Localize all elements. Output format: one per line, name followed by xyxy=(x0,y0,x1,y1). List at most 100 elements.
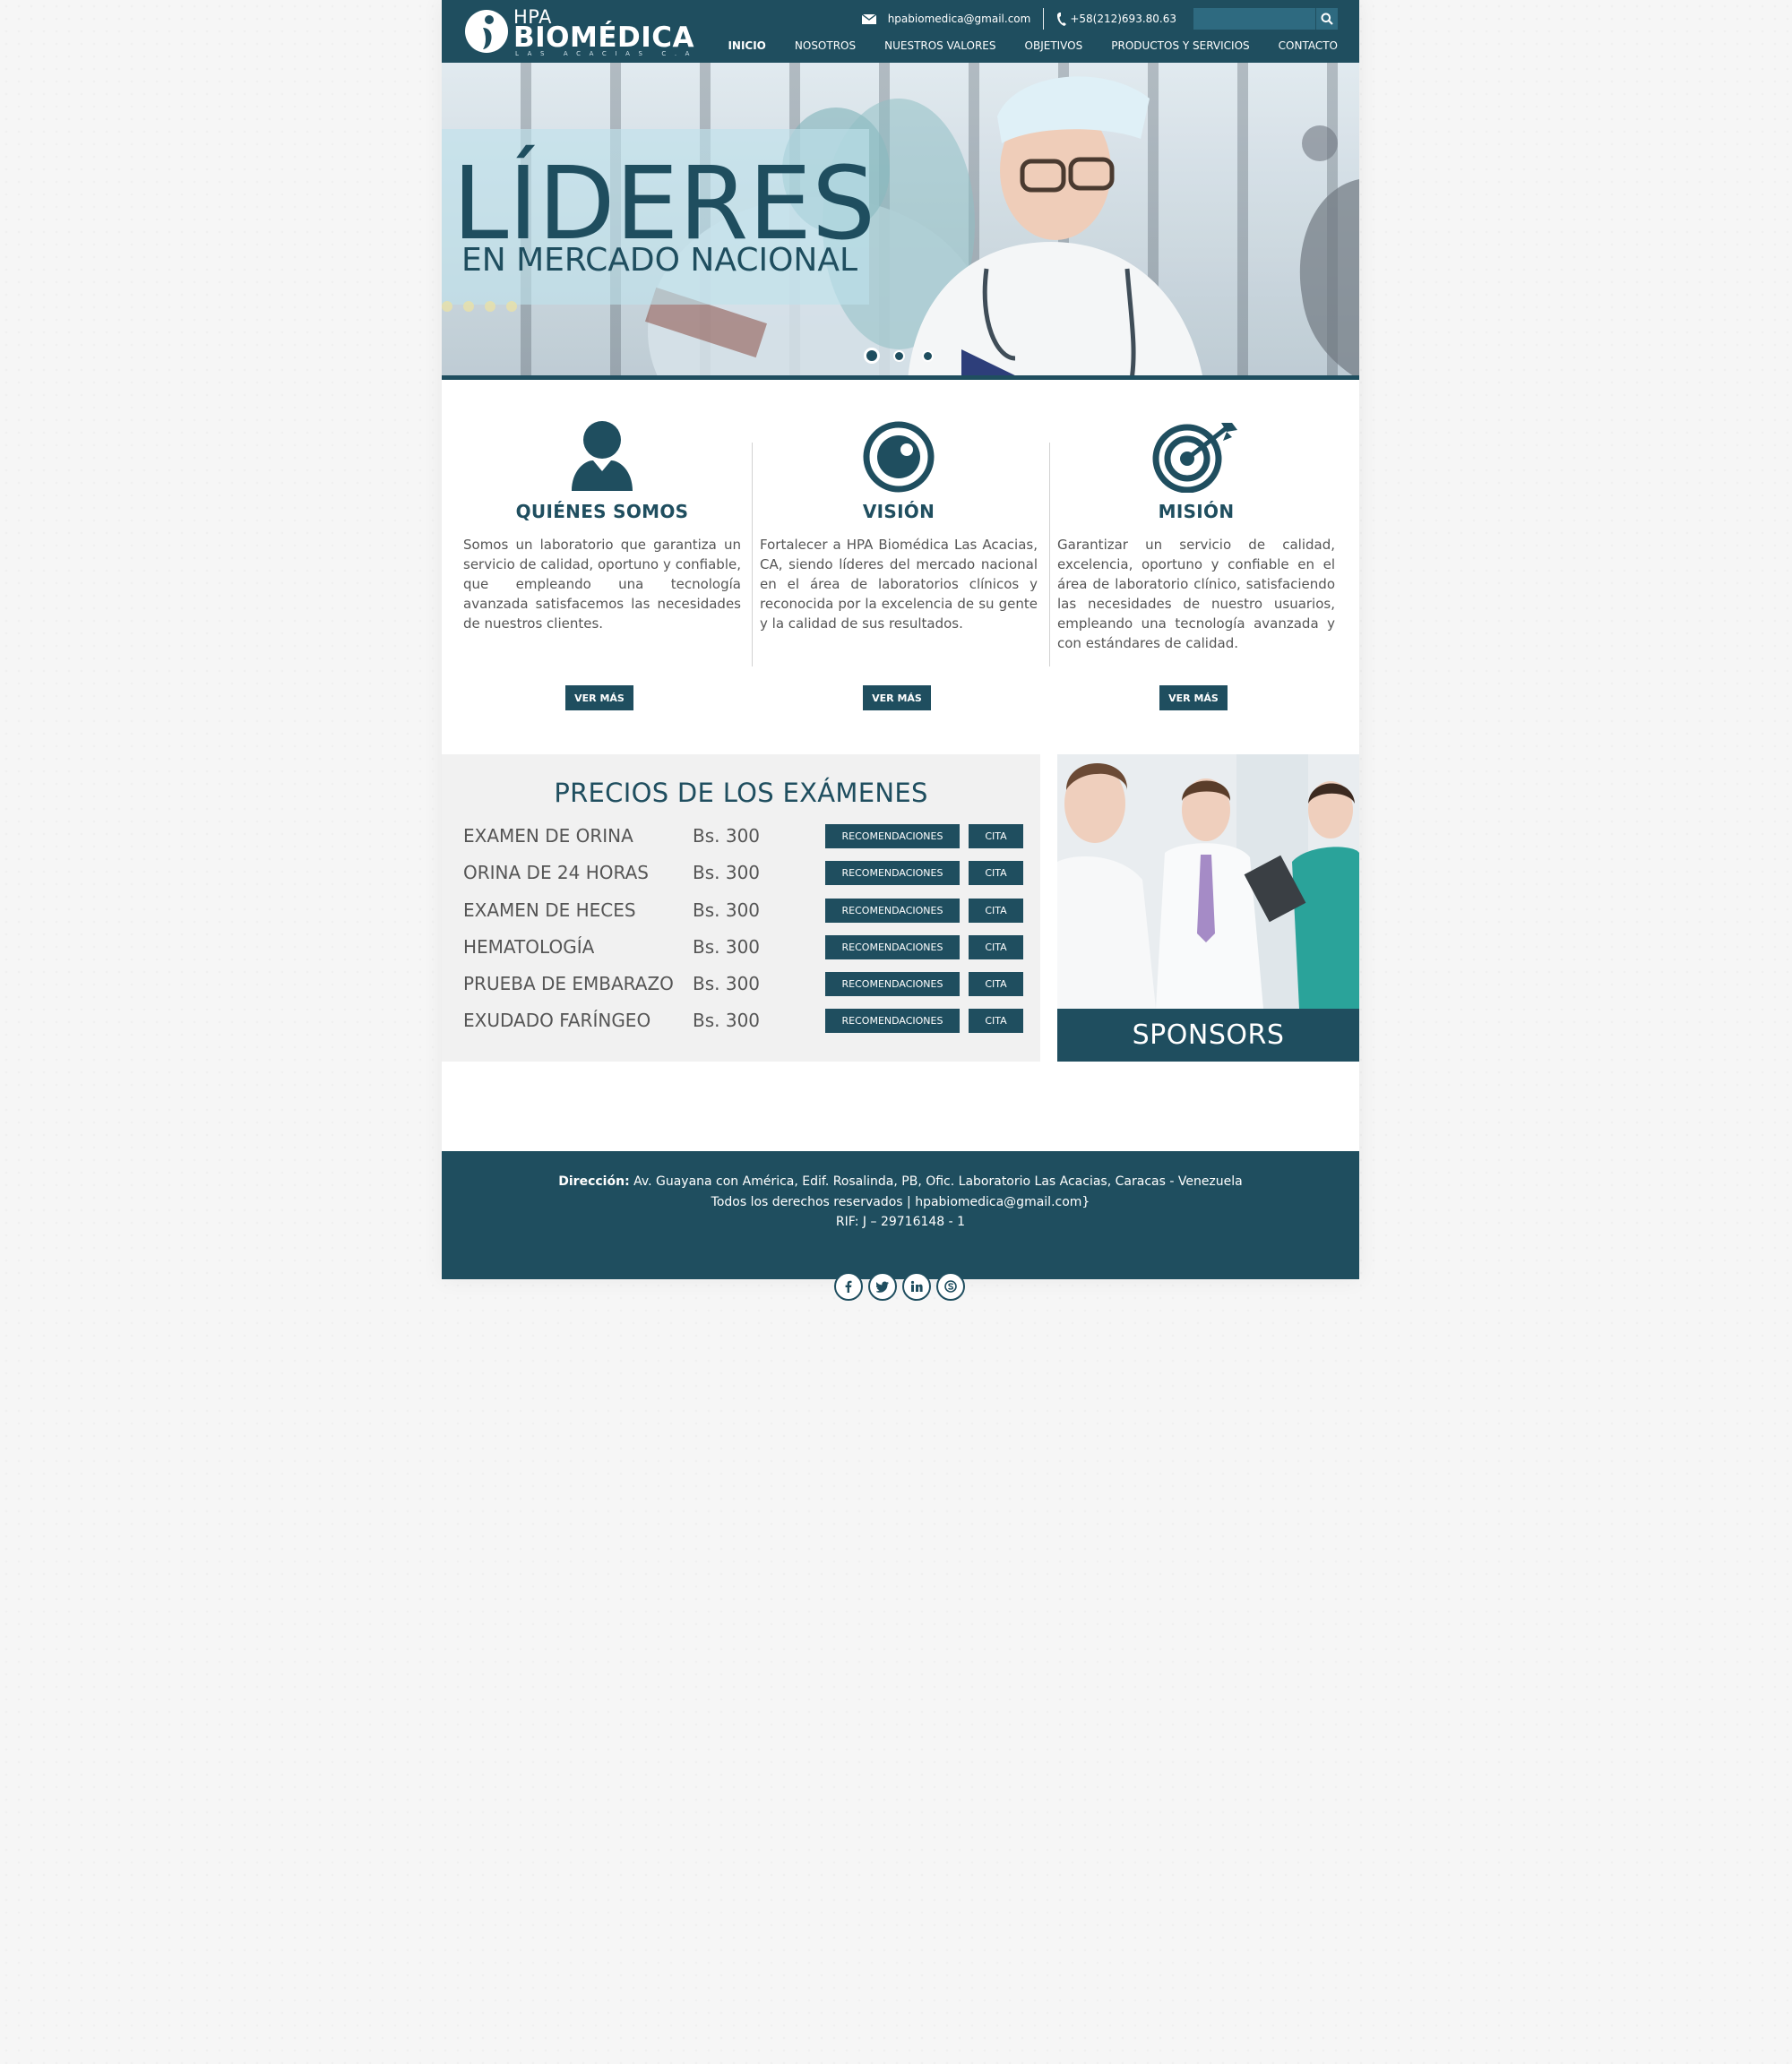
recomendaciones-button[interactable]: RECOMENDACIONES xyxy=(825,861,960,885)
price-row: EXAMEN DE ORINA Bs. 300 RECOMENDACIONES … xyxy=(463,823,1023,848)
search-icon xyxy=(1321,13,1333,25)
logo-name: BIOMÉDICA xyxy=(513,22,695,54)
feature-title: MISIÓN xyxy=(1158,501,1235,522)
nav-nosotros[interactable]: NOSOTROS xyxy=(795,39,856,52)
email-contact[interactable]: hpabiomedica@gmail.com xyxy=(861,13,1031,25)
search-input[interactable] xyxy=(1193,8,1315,30)
facebook-icon xyxy=(845,1280,852,1293)
exam-prices-panel: PRECIOS DE LOS EXÁMENES EXAMEN DE ORINA … xyxy=(442,754,1040,1062)
exam-name: EXUDADO FARÍNGEO xyxy=(463,1010,651,1031)
decor-dot xyxy=(506,301,517,312)
phone-contact[interactable]: +58(212)693.80.63 xyxy=(1056,12,1176,26)
cita-button[interactable]: CITA xyxy=(969,1009,1023,1033)
site-header: HPA BIOMÉDICA LAS ACACIAS C.A hpabiomedi… xyxy=(442,0,1359,63)
target-icon xyxy=(1152,423,1237,493)
medical-staff-image xyxy=(1057,754,1359,1009)
logo[interactable]: HPA BIOMÉDICA LAS ACACIAS C.A xyxy=(463,6,694,57)
feature-vision: VISIÓN Fortalecer a HPA Biomédica Las Ac… xyxy=(760,421,1038,633)
page: HPA BIOMÉDICA LAS ACACIAS C.A hpabiomedi… xyxy=(442,0,1359,1301)
slider-dot-2[interactable] xyxy=(893,350,905,362)
contact-bar: hpabiomedica@gmail.com +58(212)693.80.63 xyxy=(861,8,1338,30)
price-row: PRUEBA DE EMBARAZO Bs. 300 RECOMENDACION… xyxy=(463,971,1023,996)
nav-inicio[interactable]: INICIO xyxy=(728,39,765,52)
feature-text: Somos un laboratorio que garantiza un se… xyxy=(463,537,741,632)
contact-divider xyxy=(1043,8,1045,30)
recomendaciones-button[interactable]: RECOMENDACIONES xyxy=(825,935,960,959)
hero-title: LÍDERES xyxy=(452,146,876,262)
ver-mas-button-mision[interactable]: VER MÁS xyxy=(1159,685,1228,710)
eye-icon xyxy=(863,421,935,493)
search-box xyxy=(1193,8,1338,30)
exam-name: HEMATOLOGÍA xyxy=(463,936,595,958)
divider xyxy=(752,443,753,666)
recomendaciones-button[interactable]: RECOMENDACIONES xyxy=(825,972,960,996)
ver-mas-button-quienes[interactable]: VER MÁS xyxy=(565,685,633,710)
price-row: EXUDADO FARÍNGEO Bs. 300 RECOMENDACIONES… xyxy=(463,1008,1023,1033)
feature-mision: MISIÓN Garantizar un servicio de calidad… xyxy=(1057,421,1335,653)
divider xyxy=(1049,443,1050,666)
skype-button[interactable] xyxy=(936,1272,965,1301)
feature-title: VISIÓN xyxy=(862,501,935,522)
footer-rif: RIF: J – 29716148 - 1 xyxy=(835,1215,966,1229)
cita-button[interactable]: CITA xyxy=(969,899,1023,923)
nav-objetivos[interactable]: OBJETIVOS xyxy=(1025,39,1083,52)
price-row: ORINA DE 24 HORAS Bs. 300 RECOMENDACIONE… xyxy=(463,860,1023,885)
decor-dot xyxy=(463,301,474,312)
main-nav: INICIO NOSOTROS NUESTROS VALORES OBJETIV… xyxy=(699,39,1338,52)
feature-quienes-somos: QUIÉNES SOMOS Somos un laboratorio que g… xyxy=(463,421,741,633)
facebook-button[interactable] xyxy=(834,1272,863,1301)
search-button[interactable] xyxy=(1315,8,1338,30)
phone-text: +58(212)693.80.63 xyxy=(1070,13,1176,25)
exam-price: Bs. 300 xyxy=(693,899,761,921)
linkedin-button[interactable] xyxy=(902,1272,931,1301)
recomendaciones-button[interactable]: RECOMENDACIONES xyxy=(825,1009,960,1033)
exam-name: EXAMEN DE ORINA xyxy=(463,825,633,847)
slider-dot-1[interactable] xyxy=(864,348,880,364)
email-text: hpabiomedica@gmail.com xyxy=(887,13,1031,25)
skype-icon xyxy=(944,1280,957,1293)
hero-slider: LÍDERES EN MERCADO NACIONAL xyxy=(442,63,1359,380)
feature-text: Fortalecer a HPA Biomédica Las Acacias, … xyxy=(760,537,1038,632)
feature-title: QUIÉNES SOMOS xyxy=(515,501,689,522)
nav-contacto[interactable]: CONTACTO xyxy=(1279,39,1338,52)
exam-price: Bs. 300 xyxy=(693,973,761,994)
exam-name: EXAMEN DE HECES xyxy=(463,899,636,921)
linkedin-icon xyxy=(910,1280,923,1292)
phone-icon xyxy=(1057,12,1067,26)
footer-rights: Todos los derechos reservados | hpabiome… xyxy=(711,1195,1090,1209)
logo-icon xyxy=(465,10,508,53)
exam-price: Bs. 300 xyxy=(693,862,761,883)
footer-address-text: Av. Guayana con América, Edif. Rosalinda… xyxy=(629,1174,1243,1189)
mail-icon xyxy=(861,13,876,24)
cita-button[interactable]: CITA xyxy=(969,935,1023,959)
hero-subtitle: EN MERCADO NACIONAL xyxy=(461,242,858,279)
cita-button[interactable]: CITA xyxy=(969,972,1023,996)
exam-name: ORINA DE 24 HORAS xyxy=(463,862,649,883)
twitter-icon xyxy=(876,1281,889,1293)
footer-address: Dirección: Av. Guayana con América, Edif… xyxy=(442,1174,1359,1189)
ver-mas-button-vision[interactable]: VER MÁS xyxy=(863,685,931,710)
exam-price: Bs. 300 xyxy=(693,1010,761,1031)
decor-dot xyxy=(485,301,495,312)
exam-price: Bs. 300 xyxy=(693,936,761,958)
nav-nuestros-valores[interactable]: NUESTROS VALORES xyxy=(884,39,995,52)
sponsors-label[interactable]: SPONSORS xyxy=(1057,1009,1359,1062)
price-row: HEMATOLOGÍA Bs. 300 RECOMENDACIONES CITA xyxy=(463,934,1023,959)
recomendaciones-button[interactable]: RECOMENDACIONES xyxy=(825,824,960,848)
exam-price: Bs. 300 xyxy=(693,825,761,847)
logo-subtitle: LAS ACACIAS C.A xyxy=(515,50,699,57)
prices-title: PRECIOS DE LOS EXÁMENES xyxy=(554,778,928,808)
recomendaciones-button[interactable]: RECOMENDACIONES xyxy=(825,899,960,923)
price-row: EXAMEN DE HECES Bs. 300 RECOMENDACIONES … xyxy=(463,898,1023,923)
exam-name: PRUEBA DE EMBARAZO xyxy=(463,973,674,994)
twitter-button[interactable] xyxy=(868,1272,897,1301)
cita-button[interactable]: CITA xyxy=(969,824,1023,848)
person-icon xyxy=(572,421,633,491)
footer-address-label: Dirección: xyxy=(558,1174,630,1189)
decor-dot xyxy=(442,301,452,312)
nav-productos-y-servicios[interactable]: PRODUCTOS Y SERVICIOS xyxy=(1111,39,1249,52)
sponsors-photo xyxy=(1057,754,1359,1009)
cita-button[interactable]: CITA xyxy=(969,861,1023,885)
site-footer: Dirección: Av. Guayana con América, Edif… xyxy=(442,1151,1359,1279)
slider-dot-3[interactable] xyxy=(922,350,934,362)
